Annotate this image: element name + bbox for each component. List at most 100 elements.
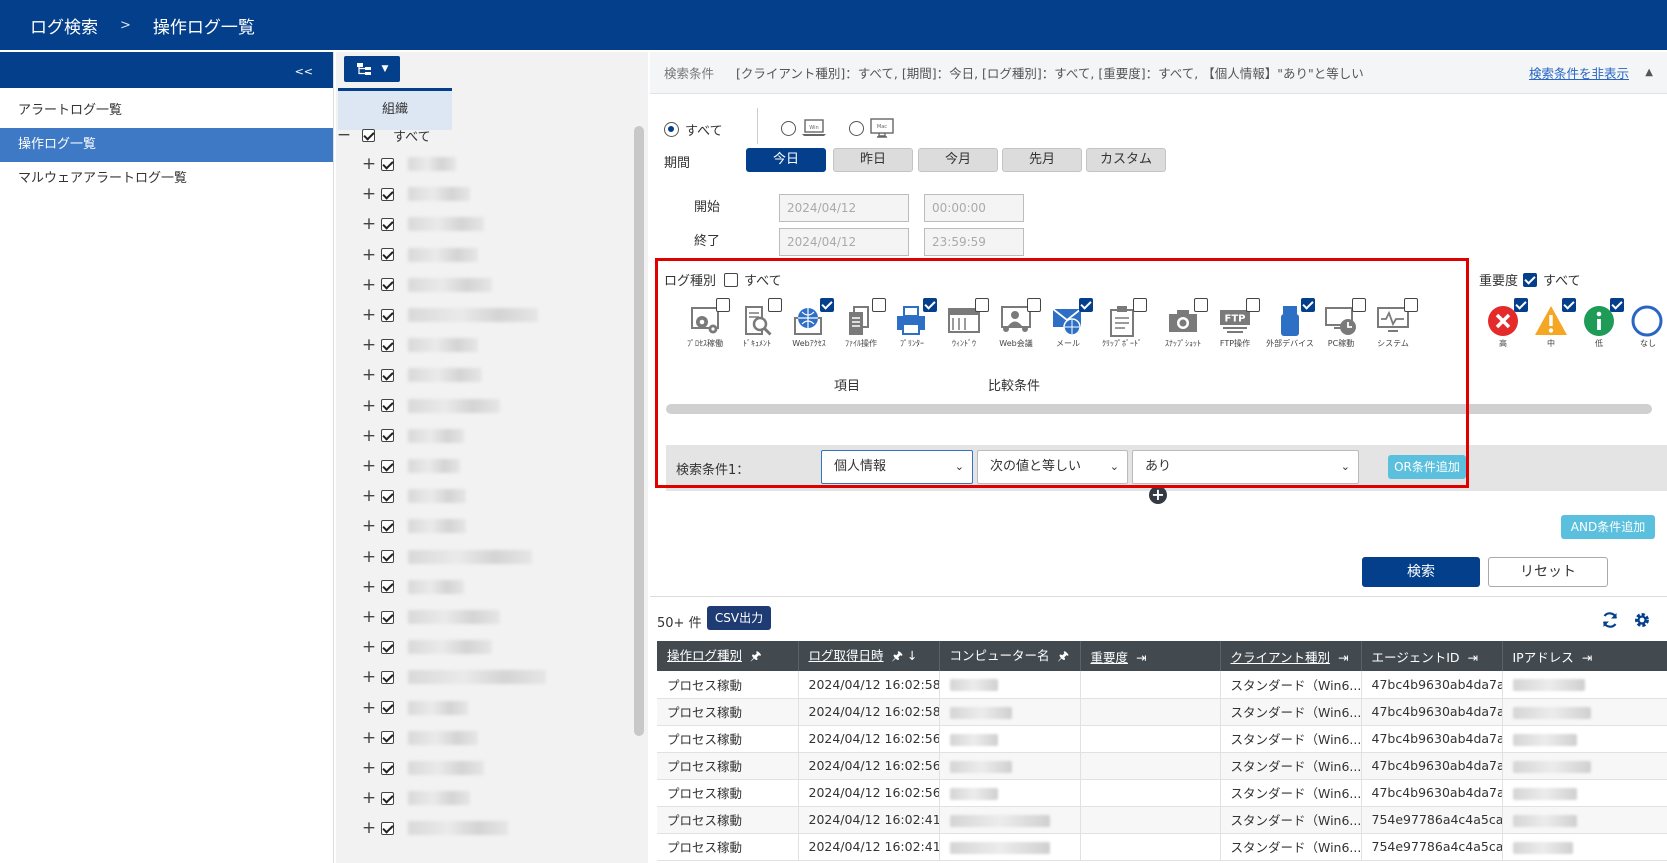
severity-none[interactable]: なし bbox=[1620, 304, 1667, 364]
tree-node-checkbox[interactable] bbox=[381, 731, 394, 745]
column-header-severity[interactable]: 重要度 ⇥ bbox=[1080, 641, 1221, 671]
expand-plus-icon[interactable]: + bbox=[359, 365, 379, 385]
tree-node-checkbox[interactable] bbox=[381, 248, 394, 262]
tree-node[interactable]: + bbox=[339, 208, 629, 240]
tree-node[interactable]: + bbox=[339, 359, 629, 391]
gear-icon[interactable] bbox=[1633, 611, 1651, 629]
end-date-input[interactable]: 2024/04/12 bbox=[779, 228, 909, 256]
tree-node[interactable]: + bbox=[339, 631, 629, 663]
tree-node[interactable]: + bbox=[339, 390, 629, 422]
radio-all[interactable] bbox=[664, 122, 679, 137]
expand-plus-icon[interactable]: + bbox=[359, 577, 379, 597]
tree-node-checkbox[interactable] bbox=[381, 278, 394, 292]
table-row[interactable]: プロセス稼動 2024/04/12 16:02:58 スタンダード（Win6... 4… bbox=[657, 671, 1667, 699]
tree-node-checkbox[interactable] bbox=[381, 580, 394, 594]
period-yesterday-button[interactable]: 昨日 bbox=[833, 148, 913, 172]
end-time-input[interactable]: 23:59:59 bbox=[924, 228, 1024, 256]
tree-node[interactable]: + bbox=[339, 571, 629, 603]
expand-plus-icon[interactable]: + bbox=[359, 214, 379, 234]
tree-node-checkbox[interactable] bbox=[381, 157, 394, 171]
start-time-input[interactable]: 00:00:00 bbox=[924, 194, 1024, 222]
expand-plus-icon[interactable]: + bbox=[359, 426, 379, 446]
sidebar-item-alert-log[interactable]: アラートログ一覧 bbox=[0, 94, 333, 128]
pin-icon[interactable]: ⇥ bbox=[1334, 650, 1348, 665]
column-header-client-type[interactable]: クライアント種別 ⇥ bbox=[1220, 641, 1362, 671]
breadcrumb-log-search[interactable]: ログ検索 bbox=[30, 13, 98, 38]
tree-node-checkbox[interactable] bbox=[381, 338, 394, 352]
expand-plus-icon[interactable]: + bbox=[359, 698, 379, 718]
expand-plus-icon[interactable]: + bbox=[359, 516, 379, 536]
tree-node-checkbox[interactable] bbox=[381, 459, 394, 473]
expand-plus-icon[interactable]: + bbox=[359, 184, 379, 204]
tree-node[interactable]: + bbox=[339, 178, 629, 210]
pin-icon[interactable]: 🖈 bbox=[746, 648, 762, 663]
table-row[interactable]: プロセス稼動 2024/04/12 16:02:56 スタンダード（Win6... 4… bbox=[657, 752, 1667, 780]
client-type-win[interactable]: Win bbox=[781, 118, 827, 138]
expand-plus-icon[interactable]: + bbox=[359, 335, 379, 355]
tree-node[interactable]: + bbox=[339, 541, 629, 573]
column-header-log-type[interactable]: 操作ログ種別 🖈 bbox=[657, 641, 799, 671]
period-this-month-button[interactable]: 今月 bbox=[918, 148, 998, 172]
tree-node-checkbox[interactable] bbox=[381, 761, 394, 775]
expand-plus-icon[interactable]: + bbox=[359, 547, 379, 567]
tree-node[interactable]: + bbox=[339, 239, 629, 271]
tree-node[interactable]: + bbox=[339, 480, 629, 512]
table-row[interactable]: プロセス稼動 2024/04/12 16:02:56 スタンダード（Win6... 4… bbox=[657, 725, 1667, 753]
tree-node-checkbox[interactable] bbox=[381, 791, 394, 805]
column-header-computer-name[interactable]: コンピューター名 🖈 bbox=[939, 641, 1081, 671]
expand-plus-icon[interactable]: + bbox=[359, 456, 379, 476]
tree-node-checkbox[interactable] bbox=[381, 550, 394, 564]
tree-node[interactable]: + bbox=[339, 148, 629, 180]
tree-node-checkbox[interactable] bbox=[381, 399, 394, 413]
pin-icon[interactable]: ⇥ bbox=[1578, 650, 1592, 665]
period-today-button[interactable]: 今日 bbox=[746, 148, 826, 172]
tree-node[interactable]: + bbox=[339, 722, 629, 754]
severity-high[interactable]: 高 bbox=[1476, 298, 1530, 348]
expand-plus-icon[interactable]: + bbox=[359, 154, 379, 174]
tree-node-checkbox[interactable] bbox=[381, 217, 394, 231]
search-button[interactable]: 検索 bbox=[1362, 557, 1480, 587]
caret-up-icon[interactable]: ▲ bbox=[1645, 67, 1653, 78]
severity-low[interactable]: 低 bbox=[1572, 298, 1626, 348]
tree-node-checkbox[interactable] bbox=[381, 187, 394, 201]
tree-node-checkbox[interactable] bbox=[381, 821, 394, 835]
client-type-mac[interactable]: Mac bbox=[849, 118, 895, 138]
tree-node[interactable]: + bbox=[339, 782, 629, 814]
and-condition-button[interactable]: AND条件追加 bbox=[1561, 515, 1655, 539]
column-header-agent-id[interactable]: エージェントID ⇥ bbox=[1361, 641, 1503, 671]
severity-medium[interactable]: 中 bbox=[1524, 298, 1578, 348]
column-header-datetime[interactable]: ログ取得日時 🖈 ↓ bbox=[798, 641, 940, 671]
tree-node-checkbox[interactable] bbox=[381, 519, 394, 533]
tree-node[interactable]: + bbox=[339, 812, 629, 844]
expand-plus-icon[interactable]: + bbox=[359, 275, 379, 295]
tree-node[interactable]: + bbox=[339, 601, 629, 633]
tree-root-checkbox[interactable] bbox=[362, 128, 375, 142]
tree-node[interactable]: + bbox=[339, 329, 629, 361]
add-criteria-plus-icon[interactable]: + bbox=[1149, 486, 1167, 504]
client-type-all[interactable]: すべて bbox=[664, 120, 723, 139]
column-header-ip-address[interactable]: IPアドレス ⇥ bbox=[1502, 641, 1667, 671]
expand-plus-icon[interactable]: + bbox=[359, 396, 379, 416]
tree-node-checkbox[interactable] bbox=[381, 640, 394, 654]
expand-plus-icon[interactable]: + bbox=[359, 637, 379, 657]
tree-node-checkbox[interactable] bbox=[381, 308, 394, 322]
tree-node-checkbox[interactable] bbox=[381, 489, 394, 503]
expand-plus-icon[interactable]: + bbox=[359, 758, 379, 778]
expand-plus-icon[interactable]: + bbox=[359, 728, 379, 748]
tree-node[interactable]: + bbox=[339, 510, 629, 542]
hide-conditions-link[interactable]: 検索条件を非表示 bbox=[1529, 63, 1629, 82]
table-row[interactable]: プロセス稼動 2024/04/12 16:02:58 スタンダード（Win6... 4… bbox=[657, 698, 1667, 726]
pin-icon[interactable]: ⇥ bbox=[1464, 650, 1478, 665]
start-date-input[interactable]: 2024/04/12 bbox=[779, 194, 909, 222]
tree-scrollbar[interactable] bbox=[634, 126, 644, 736]
csv-export-button[interactable]: CSV出力 bbox=[707, 606, 771, 630]
tree-node-checkbox[interactable] bbox=[381, 670, 394, 684]
expand-plus-icon[interactable]: + bbox=[359, 607, 379, 627]
sidebar-item-malware-log[interactable]: マルウェアアラートログ一覧 bbox=[0, 162, 333, 196]
tree-node-checkbox[interactable] bbox=[381, 368, 394, 382]
expand-plus-icon[interactable]: + bbox=[359, 305, 379, 325]
severity-all-checkbox[interactable] bbox=[1523, 272, 1538, 287]
tree-root[interactable]: − すべて bbox=[334, 119, 624, 151]
expand-plus-icon[interactable]: + bbox=[359, 486, 379, 506]
table-row[interactable]: プロセス稼動 2024/04/12 16:02:41 スタンダード（Win6... 7… bbox=[657, 833, 1667, 861]
